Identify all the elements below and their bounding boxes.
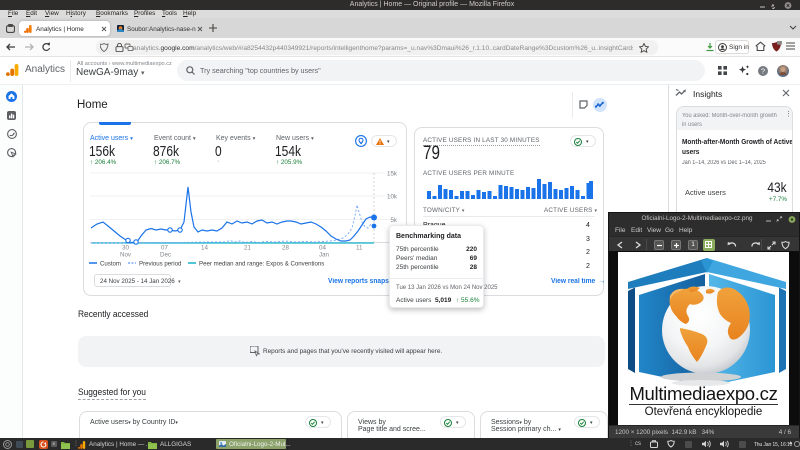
svg-text:04: 04 (319, 245, 326, 252)
svg-text:Previous period: Previous period (139, 261, 181, 268)
svg-text:11: 11 (356, 245, 363, 252)
svg-text:Peer median and range: Expos &: Peer median and range: Expos & Conventio… (199, 261, 324, 268)
svg-text:10k: 10k (387, 194, 398, 201)
svg-text:Nov: Nov (120, 252, 132, 259)
svg-text:30: 30 (122, 245, 129, 252)
svg-text:21: 21 (244, 245, 251, 252)
svg-text:07: 07 (161, 245, 168, 252)
svg-text:14: 14 (201, 245, 208, 252)
svg-text:Custom: Custom (100, 261, 121, 268)
svg-text:Jan: Jan (319, 252, 330, 259)
svg-text:?: ? (761, 66, 765, 75)
svg-text:Dec: Dec (160, 252, 171, 259)
svg-text:28: 28 (282, 245, 289, 252)
svg-text:5k: 5k (390, 217, 397, 224)
svg-text:15k: 15k (387, 171, 398, 178)
